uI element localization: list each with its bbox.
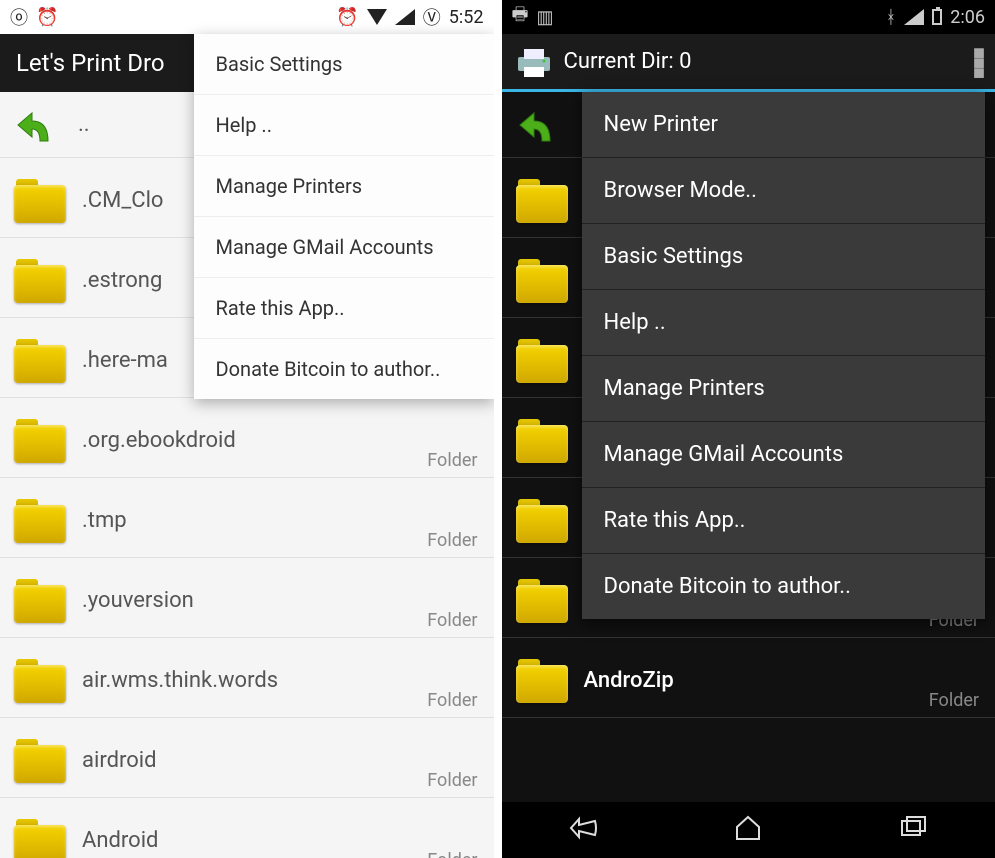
- alarm-icon: ⏰: [336, 7, 358, 28]
- folder-icon: [14, 259, 66, 303]
- menu-item[interactable]: Browser Mode..: [582, 158, 986, 224]
- phone-left: ⓞ ⏰ ⏰ Ⓥ 5:52 Let's Print Dro .. .CM_Clo.…: [0, 0, 498, 858]
- recents-button[interactable]: [896, 811, 930, 849]
- folder-name: .here-ma: [82, 348, 168, 373]
- folder-type-label: Folder: [427, 450, 477, 471]
- folder-type-label: Folder: [427, 530, 477, 551]
- menu-item[interactable]: Rate this App..: [194, 278, 494, 339]
- folder-icon: [14, 499, 66, 543]
- menu-item[interactable]: Rate this App..: [582, 488, 986, 554]
- folder-icon: [516, 419, 568, 463]
- folder-icon: [14, 659, 66, 703]
- menu-item[interactable]: Help ..: [582, 290, 986, 356]
- folder-icon: [516, 659, 568, 703]
- app-title: Let's Print Dro: [16, 49, 165, 77]
- phone-right: 🖶 ▥ ᚼ 2:06 Current Dir: 0 ■■■ AndroidFol…: [498, 0, 995, 858]
- cell-signal-icon: [904, 9, 924, 25]
- folder-icon: [516, 499, 568, 543]
- home-button[interactable]: [731, 811, 765, 849]
- folder-row[interactable]: .tmp Folder: [0, 478, 494, 558]
- menu-item[interactable]: New Printer: [582, 92, 986, 158]
- status-right-icons: ⏰ Ⓥ 5:52: [336, 4, 483, 30]
- menu-item[interactable]: Manage GMail Accounts: [194, 217, 494, 278]
- folder-row[interactable]: .youversion Folder: [0, 558, 494, 638]
- app-title: Current Dir: 0: [564, 49, 692, 74]
- folder-name: .org.ebookdroid: [82, 428, 236, 453]
- folder-type-label: Folder: [427, 850, 477, 858]
- printer-icon: [514, 45, 554, 79]
- folder-name: .estrong: [82, 268, 162, 293]
- overflow-menu: New PrinterBrowser Mode..Basic SettingsH…: [582, 92, 986, 619]
- folder-row[interactable]: airdroid Folder: [0, 718, 494, 798]
- folder-icon: [516, 339, 568, 383]
- clock-text: 2:06: [950, 7, 985, 28]
- menu-item[interactable]: Manage Printers: [194, 156, 494, 217]
- folder-name: .CM_Clo: [82, 188, 163, 213]
- vpn-icon: Ⓥ: [423, 4, 441, 30]
- menu-item[interactable]: Manage GMail Accounts: [582, 422, 986, 488]
- folder-row[interactable]: Android Folder: [0, 798, 494, 858]
- folder-row[interactable]: AndroZip Folder: [502, 638, 995, 718]
- up-label: ..: [78, 112, 90, 137]
- folder-row[interactable]: .org.ebookdroid Folder: [0, 398, 494, 478]
- folder-type-label: Folder: [929, 690, 979, 711]
- folder-icon: [516, 259, 568, 303]
- folder-name: AndroZip: [584, 668, 674, 693]
- notification-icon: ⓞ: [10, 4, 28, 30]
- app-bar: Current Dir: 0 ■■■: [502, 34, 995, 92]
- folder-icon: [14, 179, 66, 223]
- folder-icon: [516, 179, 568, 223]
- folder-icon: [516, 579, 568, 623]
- folder-row[interactable]: air.wms.think.words Folder: [0, 638, 494, 718]
- folder-name: airdroid: [82, 748, 157, 773]
- battery-icon: [932, 9, 942, 25]
- wifi-icon: [367, 9, 387, 25]
- folder-icon: [14, 419, 66, 463]
- menu-item[interactable]: Donate Bitcoin to author..: [194, 339, 494, 399]
- bluetooth-icon: ᚼ: [885, 7, 896, 28]
- alarm-icon: ⏰: [36, 7, 58, 28]
- status-left-icons: 🖶 ▥: [512, 2, 554, 32]
- folder-name: .youversion: [82, 588, 194, 613]
- menu-item[interactable]: Donate Bitcoin to author..: [582, 554, 986, 619]
- back-button[interactable]: [567, 811, 601, 849]
- nav-bar: [502, 802, 995, 858]
- status-left-icons: ⓞ ⏰: [10, 4, 58, 30]
- folder-name: .tmp: [82, 508, 127, 533]
- up-arrow-icon: [14, 101, 62, 149]
- menu-item[interactable]: Manage Printers: [582, 356, 986, 422]
- status-right-icons: ᚼ 2:06: [885, 7, 985, 28]
- cell-signal-icon: [395, 9, 415, 25]
- overflow-menu: Basic SettingsHelp ..Manage PrintersMana…: [194, 34, 494, 399]
- folder-name: air.wms.think.words: [82, 668, 278, 693]
- clock-text: 5:52: [449, 7, 484, 28]
- folder-icon: [14, 339, 66, 383]
- menu-item[interactable]: Basic Settings: [582, 224, 986, 290]
- status-bar: 🖶 ▥ ᚼ 2:06: [502, 0, 995, 34]
- folder-type-label: Folder: [427, 770, 477, 791]
- menu-item[interactable]: Basic Settings: [194, 34, 494, 95]
- overflow-button[interactable]: ■■■: [973, 47, 983, 77]
- status-bar: ⓞ ⏰ ⏰ Ⓥ 5:52: [0, 0, 494, 34]
- print-icon: 🖶: [512, 2, 529, 32]
- folder-name: Android: [82, 828, 158, 853]
- folder-icon: [14, 739, 66, 783]
- folder-type-label: Folder: [427, 610, 477, 631]
- grid-icon: ▥: [537, 7, 554, 28]
- up-arrow-icon: [516, 101, 564, 149]
- folder-icon: [14, 819, 66, 858]
- menu-item[interactable]: Help ..: [194, 95, 494, 156]
- folder-type-label: Folder: [427, 690, 477, 711]
- folder-icon: [14, 579, 66, 623]
